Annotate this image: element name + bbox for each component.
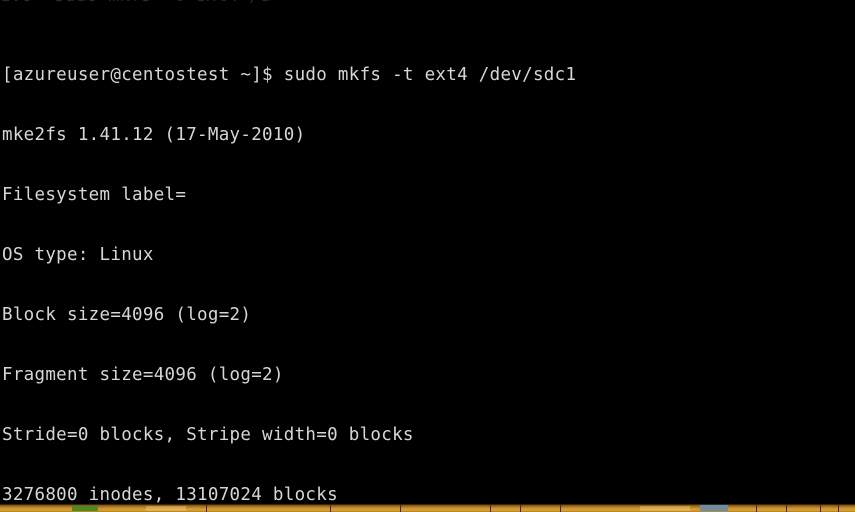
terminal-line-command: [azureuser@centostest ~]$ sudo mkfs -t e…	[2, 65, 577, 85]
taskbar-item-highlight-1[interactable]	[146, 506, 186, 511]
terminal-line-os-type: OS type: Linux	[2, 245, 154, 265]
taskbar-divider-8	[786, 504, 787, 512]
taskbar-divider-7	[756, 504, 757, 512]
taskbar-divider-4	[490, 504, 491, 512]
taskbar-divider-5	[520, 504, 521, 512]
terminal-window[interactable]: 1.0 sudo mkfs -t ext4 /d [azureuser@cent…	[0, 0, 855, 512]
terminal-line-frag-size: Fragment size=4096 (log=2)	[2, 365, 284, 385]
terminal-line-fs-label: Filesystem label=	[2, 185, 187, 205]
taskbar-divider-10	[838, 504, 839, 512]
terminal-screen[interactable]: [azureuser@centostest ~]$ sudo mkfs -t e…	[2, 5, 855, 512]
terminal-line-version: mke2fs 1.41.12 (17-May-2010)	[2, 125, 306, 145]
taskbar-divider-1	[206, 504, 207, 512]
taskbar-divider-3	[400, 504, 401, 512]
taskbar-indicator-blue[interactable]	[700, 505, 728, 511]
terminal-line-block-size: Block size=4096 (log=2)	[2, 305, 252, 325]
taskbar-divider-2	[330, 504, 331, 512]
terminal-line-stride: Stride=0 blocks, Stripe width=0 blocks	[2, 425, 414, 445]
desktop-taskbar[interactable]	[0, 504, 855, 512]
taskbar-divider-9	[820, 504, 821, 512]
taskbar-item-highlight-2[interactable]	[640, 506, 690, 511]
taskbar-divider-6	[560, 504, 561, 512]
taskbar-indicator-green[interactable]	[72, 506, 98, 511]
terminal-line-inodes: 3276800 inodes, 13107024 blocks	[2, 485, 338, 505]
